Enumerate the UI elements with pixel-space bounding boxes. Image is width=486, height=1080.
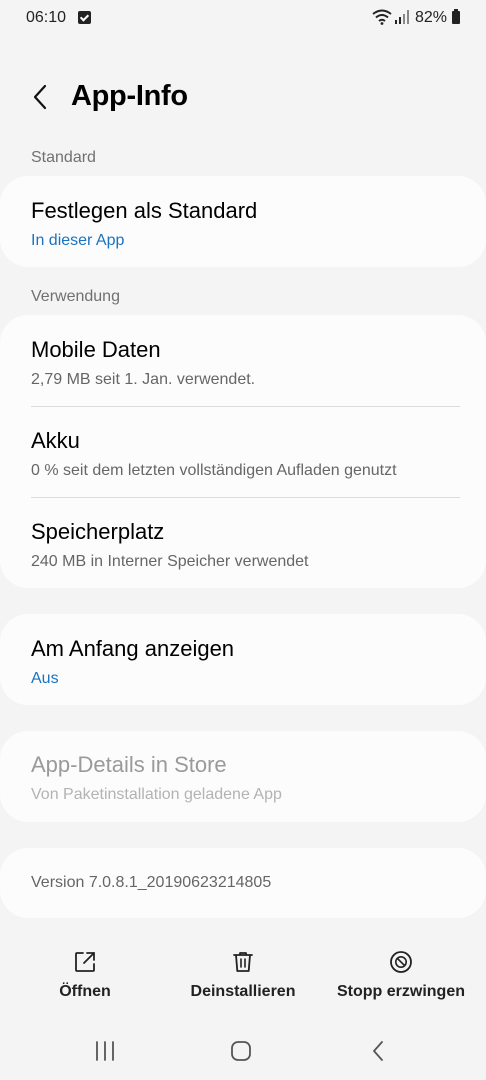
card-store: App-Details in Store Von Paketinstallati… bbox=[0, 731, 486, 822]
open-external-icon bbox=[75, 952, 95, 972]
home-icon bbox=[231, 1041, 251, 1061]
wifi-icon bbox=[372, 9, 392, 25]
section-header-standard: Standard bbox=[31, 149, 96, 166]
show-at-top-item[interactable]: Am Anfang anzeigen Aus bbox=[0, 614, 486, 688]
battery-percent: 82% bbox=[415, 9, 448, 26]
card-version: Version 7.0.8.1_20190623214805 bbox=[0, 848, 486, 918]
nav-back-button[interactable] bbox=[358, 1036, 398, 1066]
version-text: Version 7.0.8.1_20190623214805 bbox=[31, 874, 272, 891]
version-item: Version 7.0.8.1_20190623214805 bbox=[0, 848, 486, 892]
signal-icon bbox=[395, 10, 409, 24]
recents-button[interactable] bbox=[85, 1036, 125, 1066]
force-stop-button[interactable]: Stopp erzwingen bbox=[326, 950, 476, 1001]
block-icon bbox=[390, 951, 412, 973]
store-details-item: App-Details in Store Von Paketinstallati… bbox=[0, 731, 486, 804]
store-details-title: App-Details in Store bbox=[31, 752, 227, 777]
check-square-icon bbox=[78, 11, 91, 24]
app-info-screen: 06:10 82% App-Info Standard Festlegen al… bbox=[0, 0, 486, 1080]
battery-item[interactable]: Akku 0 % seit dem letzten vollständigen … bbox=[0, 407, 486, 497]
back-icon bbox=[373, 1041, 383, 1061]
storage-subtitle: 240 MB in Interner Speicher verwendet bbox=[31, 553, 309, 570]
open-label: Öffnen bbox=[59, 983, 111, 1000]
mobile-data-item[interactable]: Mobile Daten 2,79 MB seit 1. Jan. verwen… bbox=[0, 315, 486, 406]
status-bar: 06:10 82% bbox=[0, 0, 486, 38]
back-button[interactable] bbox=[24, 80, 56, 114]
recents-icon bbox=[96, 1041, 114, 1061]
set-as-default-title: Festlegen als Standard bbox=[31, 198, 258, 223]
home-button[interactable] bbox=[221, 1036, 261, 1066]
uninstall-label: Deinstallieren bbox=[190, 983, 296, 1000]
card-usage: Mobile Daten 2,79 MB seit 1. Jan. verwen… bbox=[0, 315, 486, 588]
mobile-data-subtitle: 2,79 MB seit 1. Jan. verwendet. bbox=[31, 371, 256, 388]
page-title: App-Info bbox=[71, 80, 188, 112]
storage-item[interactable]: Speicherplatz 240 MB in Interner Speiche… bbox=[0, 498, 486, 588]
trash-icon bbox=[233, 952, 253, 972]
set-as-default-item[interactable]: Festlegen als Standard In dieser App bbox=[0, 176, 486, 250]
status-time: 06:10 bbox=[26, 9, 67, 26]
section-header-usage: Verwendung bbox=[31, 288, 120, 305]
store-details-subtitle: Von Paketinstallation geladene App bbox=[31, 786, 282, 803]
force-stop-label: Stopp erzwingen bbox=[337, 983, 465, 1000]
back-chevron-icon bbox=[33, 84, 47, 110]
card-top-display: Am Anfang anzeigen Aus bbox=[0, 614, 486, 705]
uninstall-button[interactable]: Deinstallieren bbox=[168, 950, 318, 1001]
show-at-top-title: Am Anfang anzeigen bbox=[31, 636, 235, 661]
card-standard: Festlegen als Standard In dieser App bbox=[0, 176, 486, 267]
open-button[interactable]: Öffnen bbox=[10, 950, 160, 1001]
storage-title: Speicherplatz bbox=[31, 519, 165, 544]
set-as-default-subtitle: In dieser App bbox=[31, 232, 125, 249]
battery-title: Akku bbox=[31, 428, 80, 453]
mobile-data-title: Mobile Daten bbox=[31, 337, 161, 362]
battery-icon bbox=[452, 9, 460, 24]
battery-subtitle: 0 % seit dem letzten vollständigen Aufla… bbox=[31, 462, 397, 479]
show-at-top-value: Aus bbox=[31, 670, 59, 687]
